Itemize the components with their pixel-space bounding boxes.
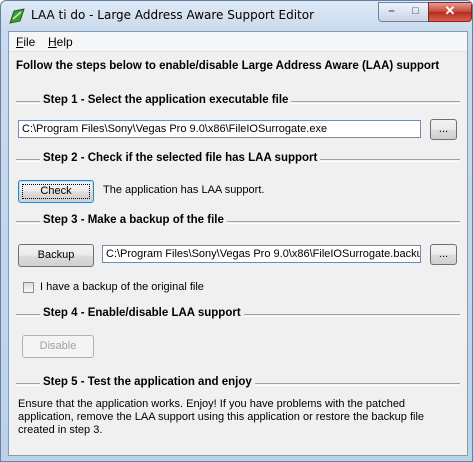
close-button[interactable]: ✕ (428, 2, 472, 22)
window-title: LAA ti do - Large Address Aware Support … (31, 8, 315, 22)
menu-file-label: ile (23, 35, 36, 49)
menu-help[interactable]: Help (48, 35, 73, 49)
minimize-icon: – (388, 5, 395, 17)
browse-backup-label: ... (438, 248, 449, 260)
app-logo-icon[interactable] (8, 7, 26, 25)
backup-button-label: Backup (37, 249, 75, 261)
app-window: LAA ti do - Large Address Aware Support … (0, 0, 473, 462)
browse-executable-button[interactable]: ... (430, 119, 457, 140)
check-button[interactable]: Check (18, 180, 94, 203)
maximize-icon: □ (412, 5, 419, 17)
step4-title: Step 4 - Enable/disable LAA support (40, 307, 244, 319)
menu-bar: File Help (9, 32, 467, 52)
check-button-label: Check (40, 185, 72, 197)
menu-help-mnemonic: H (48, 35, 57, 49)
backup-confirm-label[interactable]: I have a backup of the original file (40, 281, 204, 293)
executable-path-input[interactable]: C:\Program Files\Sony\Vegas Pro 9.0\x86\… (18, 120, 421, 138)
step1-title: Step 1 - Select the application executab… (40, 94, 292, 106)
disable-laa-label: Disable (39, 340, 77, 352)
laa-status-text: The application has LAA support. (103, 184, 265, 196)
browse-backup-button[interactable]: ... (430, 244, 457, 265)
step3-title: Step 3 - Make a backup of the file (40, 214, 227, 226)
step5-instructions: Ensure that the application works. Enjoy… (18, 398, 425, 436)
menu-help-label: elp (56, 35, 73, 49)
backup-confirm-checkbox[interactable] (23, 282, 34, 293)
backup-path-input[interactable]: C:\Program Files\Sony\Vegas Pro 9.0\x86\… (102, 245, 421, 263)
backup-button[interactable]: Backup (18, 244, 94, 267)
step2-title: Step 2 - Check if the selected file has … (40, 152, 321, 164)
maximize-button[interactable]: □ (403, 2, 429, 22)
disable-laa-button[interactable]: Disable (22, 335, 94, 358)
browse-executable-label: ... (438, 123, 449, 135)
client-area: File Help Follow the steps below to enab… (8, 31, 468, 456)
menu-file[interactable]: File (16, 35, 35, 49)
minimize-button[interactable]: – (378, 2, 405, 22)
intro-heading: Follow the steps below to enable/disable… (16, 60, 440, 72)
title-bar[interactable]: LAA ti do - Large Address Aware Support … (1, 1, 472, 31)
step5-title: Step 5 - Test the application and enjoy (40, 376, 255, 388)
close-icon: ✕ (444, 3, 456, 18)
